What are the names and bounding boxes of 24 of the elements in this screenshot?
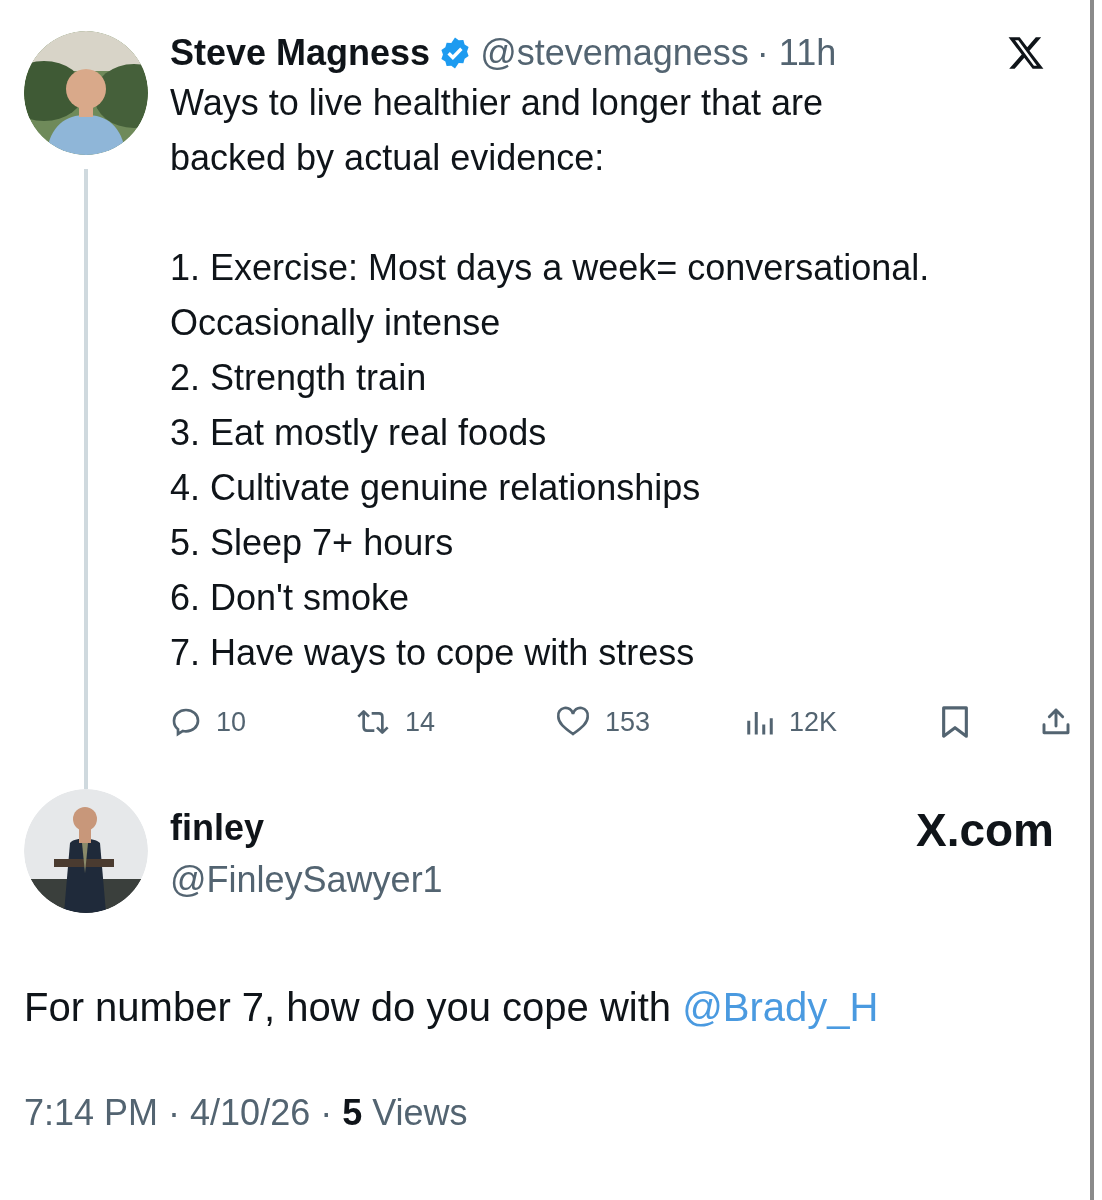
count: 153 [605,706,651,738]
author-name[interactable]: finley [170,807,443,849]
list-item: 2. Strength train [170,356,428,400]
logo-icon [1006,34,1046,72]
bookmark-icon[interactable] [940,705,970,739]
list-item: 6. Don't smoke [170,576,410,620]
list-item: 1. Exercise: Most days a week= conversational. Occasionally intense [170,246,931,345]
count: 10 [216,706,247,738]
post-time: · 11h [756,32,837,74]
reply-text: For number 7, how do you cope with @Brady_H [24,985,880,1030]
list-item: 7. Have ways to cope with stress [170,631,696,675]
post-meta: 7:14 PM · 4/10/26 · 5 Views [24,1092,469,1134]
list-item: 3. Eat mostly real foods [170,411,548,455]
count: 14 [405,706,436,738]
heart-icon[interactable] [555,706,591,738]
reply-icon[interactable] [170,706,202,738]
author-handle[interactable]: @FinleySawyer1 [170,859,443,901]
list-item: 4. Cultivate genuine relationships [170,466,702,510]
author-name[interactable]: Steve Magness [170,32,431,74]
list-item: 5. Sleep 7+ hours [170,521,455,565]
author-handle[interactable]: @stevemagness [480,32,749,74]
site-name: X.com [915,803,1054,857]
count: 12K [789,706,838,738]
post-text: Ways to live healthier and longer that are backed by actual evidence: [170,81,825,180]
